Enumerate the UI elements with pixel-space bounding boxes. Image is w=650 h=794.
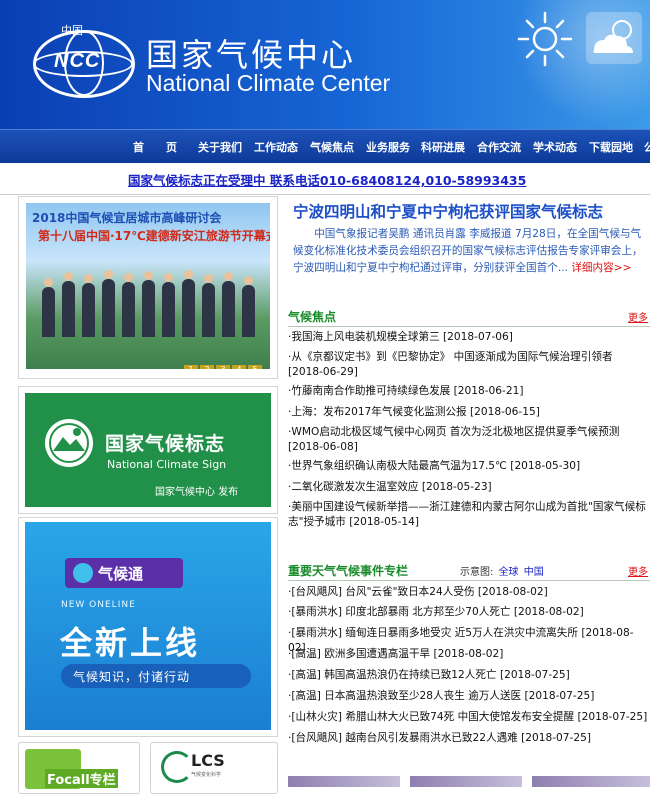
climate-sign-banner[interactable]: 国家气候标志 National Climate Sign 国家气候中心 发布 [18,386,278,514]
list-item[interactable]: ·从《京都议定书》到《巴黎协定》 中国逐渐成为国际气候治理引领者 [2018-0… [288,350,650,380]
headline-link[interactable]: 宁波四明山和宁夏中宁枸杞获评国家气候标志 [293,200,603,222]
list-item[interactable]: ·[台风飓风] 台风"云雀"致日本24人受伤 [2018-08-02] [288,585,650,600]
sun-icon [517,11,573,67]
list-item[interactable]: ·WMO启动北极区域气候中心网页 首次为泛北极地区提供夏季气候预测 [2018-… [288,425,650,455]
section-climate-focus: 气候焦点 更多 [288,304,650,327]
list-item[interactable]: ·[山林火灾] 希腊山林大火已致74死 中国大使馆发布安全提醒 [2018-07… [288,710,650,725]
list-item[interactable]: ·世界气象组织确认南极大陆最高气温为17.5℃ [2018-05-30] [288,459,650,474]
climate-sign-logo-icon [45,419,93,467]
app-name-badge: 气候通 [65,558,183,588]
slider-page-4[interactable]: 4 [232,365,246,369]
list-item[interactable]: ·二氧化碳激发次生温室效应 [2018-05-23] [288,480,650,495]
slider-caption-title: 2018中国气候宜居城市高峰研讨会 [32,211,222,225]
nav-item-about[interactable]: 关于我们 [198,139,242,155]
lcs-tile[interactable]: LCS 气候变化科学 [150,742,278,794]
climate-app-banner[interactable]: 气候通 NEW ONELINE 全新上线 气候知识，付诸行动 [18,517,278,737]
climate-sign-title-cn: 国家气候标志 [105,433,226,455]
slider-page-5[interactable]: 5 [248,365,262,369]
list-item[interactable]: ·[台风飓风] 越南台风引发暴雨洪水已致22人遇难 [2018-07-25] [288,731,650,746]
photo-slider[interactable]: 2018中国气候宜居城市高峰研讨会 第十八届中国·17℃建德新安江旅游节开幕式 … [18,196,278,379]
nav-item-home[interactable]: 首 页 [133,139,177,155]
cloud-sun-icon [586,12,642,64]
nav-item-academic[interactable]: 学术动态 [533,139,577,155]
group-photo [36,265,266,337]
notice-bar: 国家气候标志正在受理中 联系电话010-68408124,010-5899343… [0,162,650,195]
list-item[interactable]: ·[高温] 欧洲多国遭遇高温干旱 [2018-08-02] [288,647,650,662]
china-map-link[interactable]: 中国 [524,567,544,578]
focall-tile[interactable]: Focall专栏 [18,742,140,794]
slider-pager: 12345 [184,357,270,369]
app-headline: 全新上线 [60,624,201,662]
climate-sign-title-en: National Climate Sign [107,458,227,471]
lcs-logo-icon [161,751,193,783]
site-title-en[interactable]: National Climate Center [146,70,390,97]
nav-item-services[interactable]: 业务服务 [366,139,410,155]
list-item[interactable]: ·美丽中国建设气候新举措——浙江建德和内蒙古阿尔山成为首批"国家气候标志"授予城… [288,500,650,530]
event-map-links: 示意图: 全球 中国 [460,567,544,578]
logo-cn-text: 中国 [61,24,83,37]
headline-summary: 中国气象报记者吴鹏 通讯员肖露 李威报道 7月28日，在全国气候与气候变化标准化… [293,228,643,274]
bottom-thumbnails [288,776,650,787]
more-link[interactable]: 更多 [628,309,648,324]
list-item[interactable]: ·[高温] 日本高温热浪致至少28人丧生 逾万人送医 [2018-07-25] [288,689,650,704]
nav-item-more[interactable]: 公 [644,139,650,155]
slider-caption-subtitle: 第十八届中国·17℃建德新安江旅游节开幕式 [38,229,270,243]
lcs-subtitle: 气候变化科学 [191,772,222,778]
slider-page-1[interactable]: 1 [184,365,198,369]
main-nav: 首 页 关于我们 工作动态 气候焦点 业务服务 科研进展 合作交流 学术动态 下… [0,129,650,163]
list-item[interactable]: ·上海：发布2017年气候变化监测公报 [2018-06-15] [288,405,650,420]
nav-item-climate-focus[interactable]: 气候焦点 [310,139,354,155]
app-logo-icon [73,563,93,583]
global-map-link[interactable]: 全球 [499,567,519,578]
slider-page-3[interactable]: 3 [216,365,230,369]
notice-link[interactable]: 国家气候标志正在受理中 联系电话010-68408124,010-5899343… [128,170,526,189]
section-weather-events: 重要天气气候事件专栏 示意图: 全球 中国 更多 [288,558,650,581]
read-more-link[interactable]: 详细内容>> [571,262,631,274]
nav-item-cooperation[interactable]: 合作交流 [477,139,521,155]
climate-sign-publisher: 国家气候中心 发布 [155,487,239,498]
slider-image[interactable]: 2018中国气候宜居城市高峰研讨会 第十八届中国·17℃建德新安江旅游节开幕式 … [26,203,270,369]
thumbnail[interactable] [288,776,400,787]
section-title: 重要天气气候事件专栏 [288,564,409,578]
nav-item-research[interactable]: 科研进展 [421,139,465,155]
slider-page-2[interactable]: 2 [200,365,214,369]
focall-label: Focall专栏 [45,769,118,788]
list-item[interactable]: ·竹藤南南合作助推可持续绿色发展 [2018-06-21] [288,384,650,399]
more-link[interactable]: 更多 [628,563,648,578]
lcs-title: LCS [191,751,225,770]
list-item[interactable]: ·[高温] 韩国高温热浪仍在持续已致12人死亡 [2018-07-25] [288,668,650,683]
app-name: 气候通 [98,565,144,583]
list-item[interactable]: ·[暴雨洪水] 印度北部暴雨 北方邦至少70人死亡 [2018-08-02] [288,605,650,620]
thumbnail[interactable] [532,776,650,787]
nav-item-work[interactable]: 工作动态 [254,139,298,155]
app-slogan: 气候知识，付诸行动 [73,670,191,684]
app-tag: NEW ONELINE [61,600,136,610]
thumbnail[interactable] [410,776,522,787]
section-title: 气候焦点 [288,310,337,324]
logo-abbr: NCC [54,50,101,72]
nav-item-download[interactable]: 下载园地 [589,139,633,155]
site-header: 中国 NCC 国家气候中心 National Climate Center [0,0,650,129]
list-item[interactable]: ·我国海上风电装机规模全球第三 [2018-07-06] [288,330,650,345]
